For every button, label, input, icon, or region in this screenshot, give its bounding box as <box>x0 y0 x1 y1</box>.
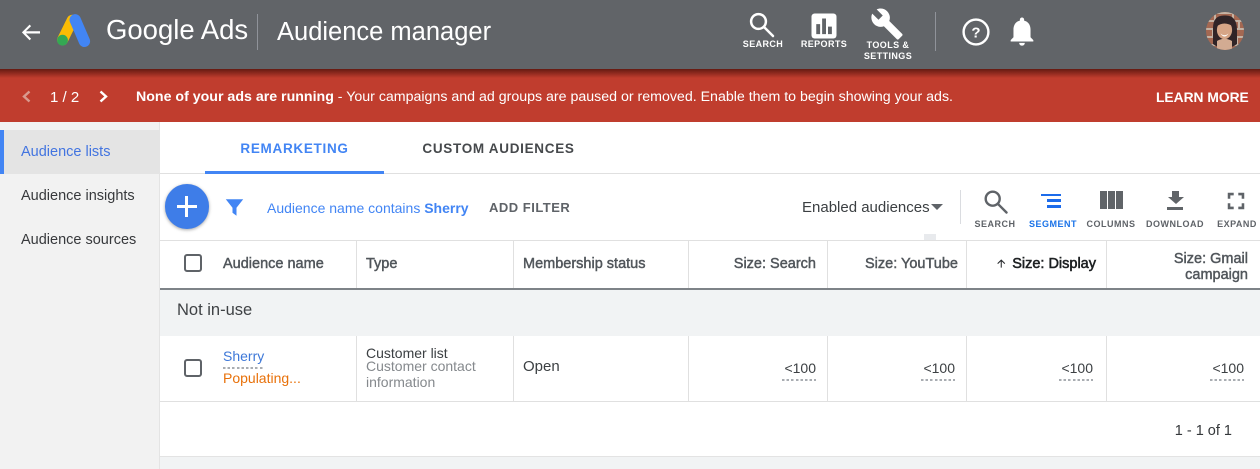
svg-text:?: ? <box>971 25 980 42</box>
